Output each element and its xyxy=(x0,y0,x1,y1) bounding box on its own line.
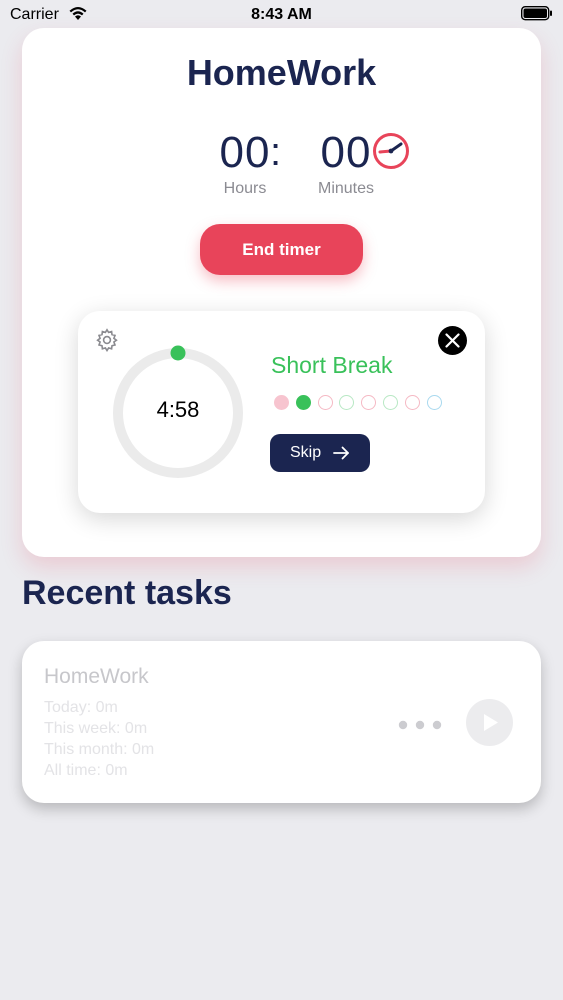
task-stat-week: This week: 0m xyxy=(44,720,148,737)
skip-button[interactable]: Skip xyxy=(270,434,370,472)
app-screen: Carrier 8:43 AM HomeWork 00 Hours : 00 M… xyxy=(0,0,563,1000)
status-bar: Carrier 8:43 AM xyxy=(0,0,563,30)
break-countdown: 4:58 xyxy=(156,397,200,422)
task-card-title: HomeWork xyxy=(44,665,149,688)
end-timer-button[interactable]: End timer xyxy=(200,224,363,275)
play-task-button[interactable] xyxy=(466,699,513,746)
close-icon xyxy=(445,333,460,348)
session-dot xyxy=(295,395,311,410)
more-options-icon[interactable] xyxy=(398,717,444,735)
task-stat-all-time: All time: 0m xyxy=(44,762,128,779)
task-card[interactable]: HomeWork Today: 0m This week: 0m This mo… xyxy=(22,641,541,803)
task-stat-today: Today: 0m xyxy=(44,699,118,716)
session-dot xyxy=(317,395,333,410)
break-popup: 4:58 Short Break Skip xyxy=(78,311,485,513)
task-stat-month: This month: 0m xyxy=(44,741,155,758)
minutes-label: Minutes xyxy=(317,180,375,197)
clock-icon[interactable] xyxy=(372,132,410,175)
time-separator: : xyxy=(270,130,282,174)
play-icon xyxy=(484,714,498,731)
session-dot xyxy=(361,395,377,410)
session-dot xyxy=(404,395,420,410)
session-dot xyxy=(383,395,398,410)
clock-time: 8:43 AM xyxy=(251,6,312,23)
session-dot xyxy=(426,395,442,410)
recent-tasks-heading: Recent tasks xyxy=(22,574,232,612)
task-title: HomeWork xyxy=(186,52,377,93)
session-dot xyxy=(274,395,289,410)
session-dot xyxy=(339,395,355,410)
break-progress-knob xyxy=(170,345,186,361)
hours-label: Hours xyxy=(223,180,267,197)
arrow-right-icon xyxy=(333,446,349,460)
battery-icon xyxy=(520,5,553,26)
close-popup-button[interactable] xyxy=(438,326,467,355)
break-title: Short Break xyxy=(271,352,393,378)
skip-label: Skip xyxy=(290,444,322,461)
